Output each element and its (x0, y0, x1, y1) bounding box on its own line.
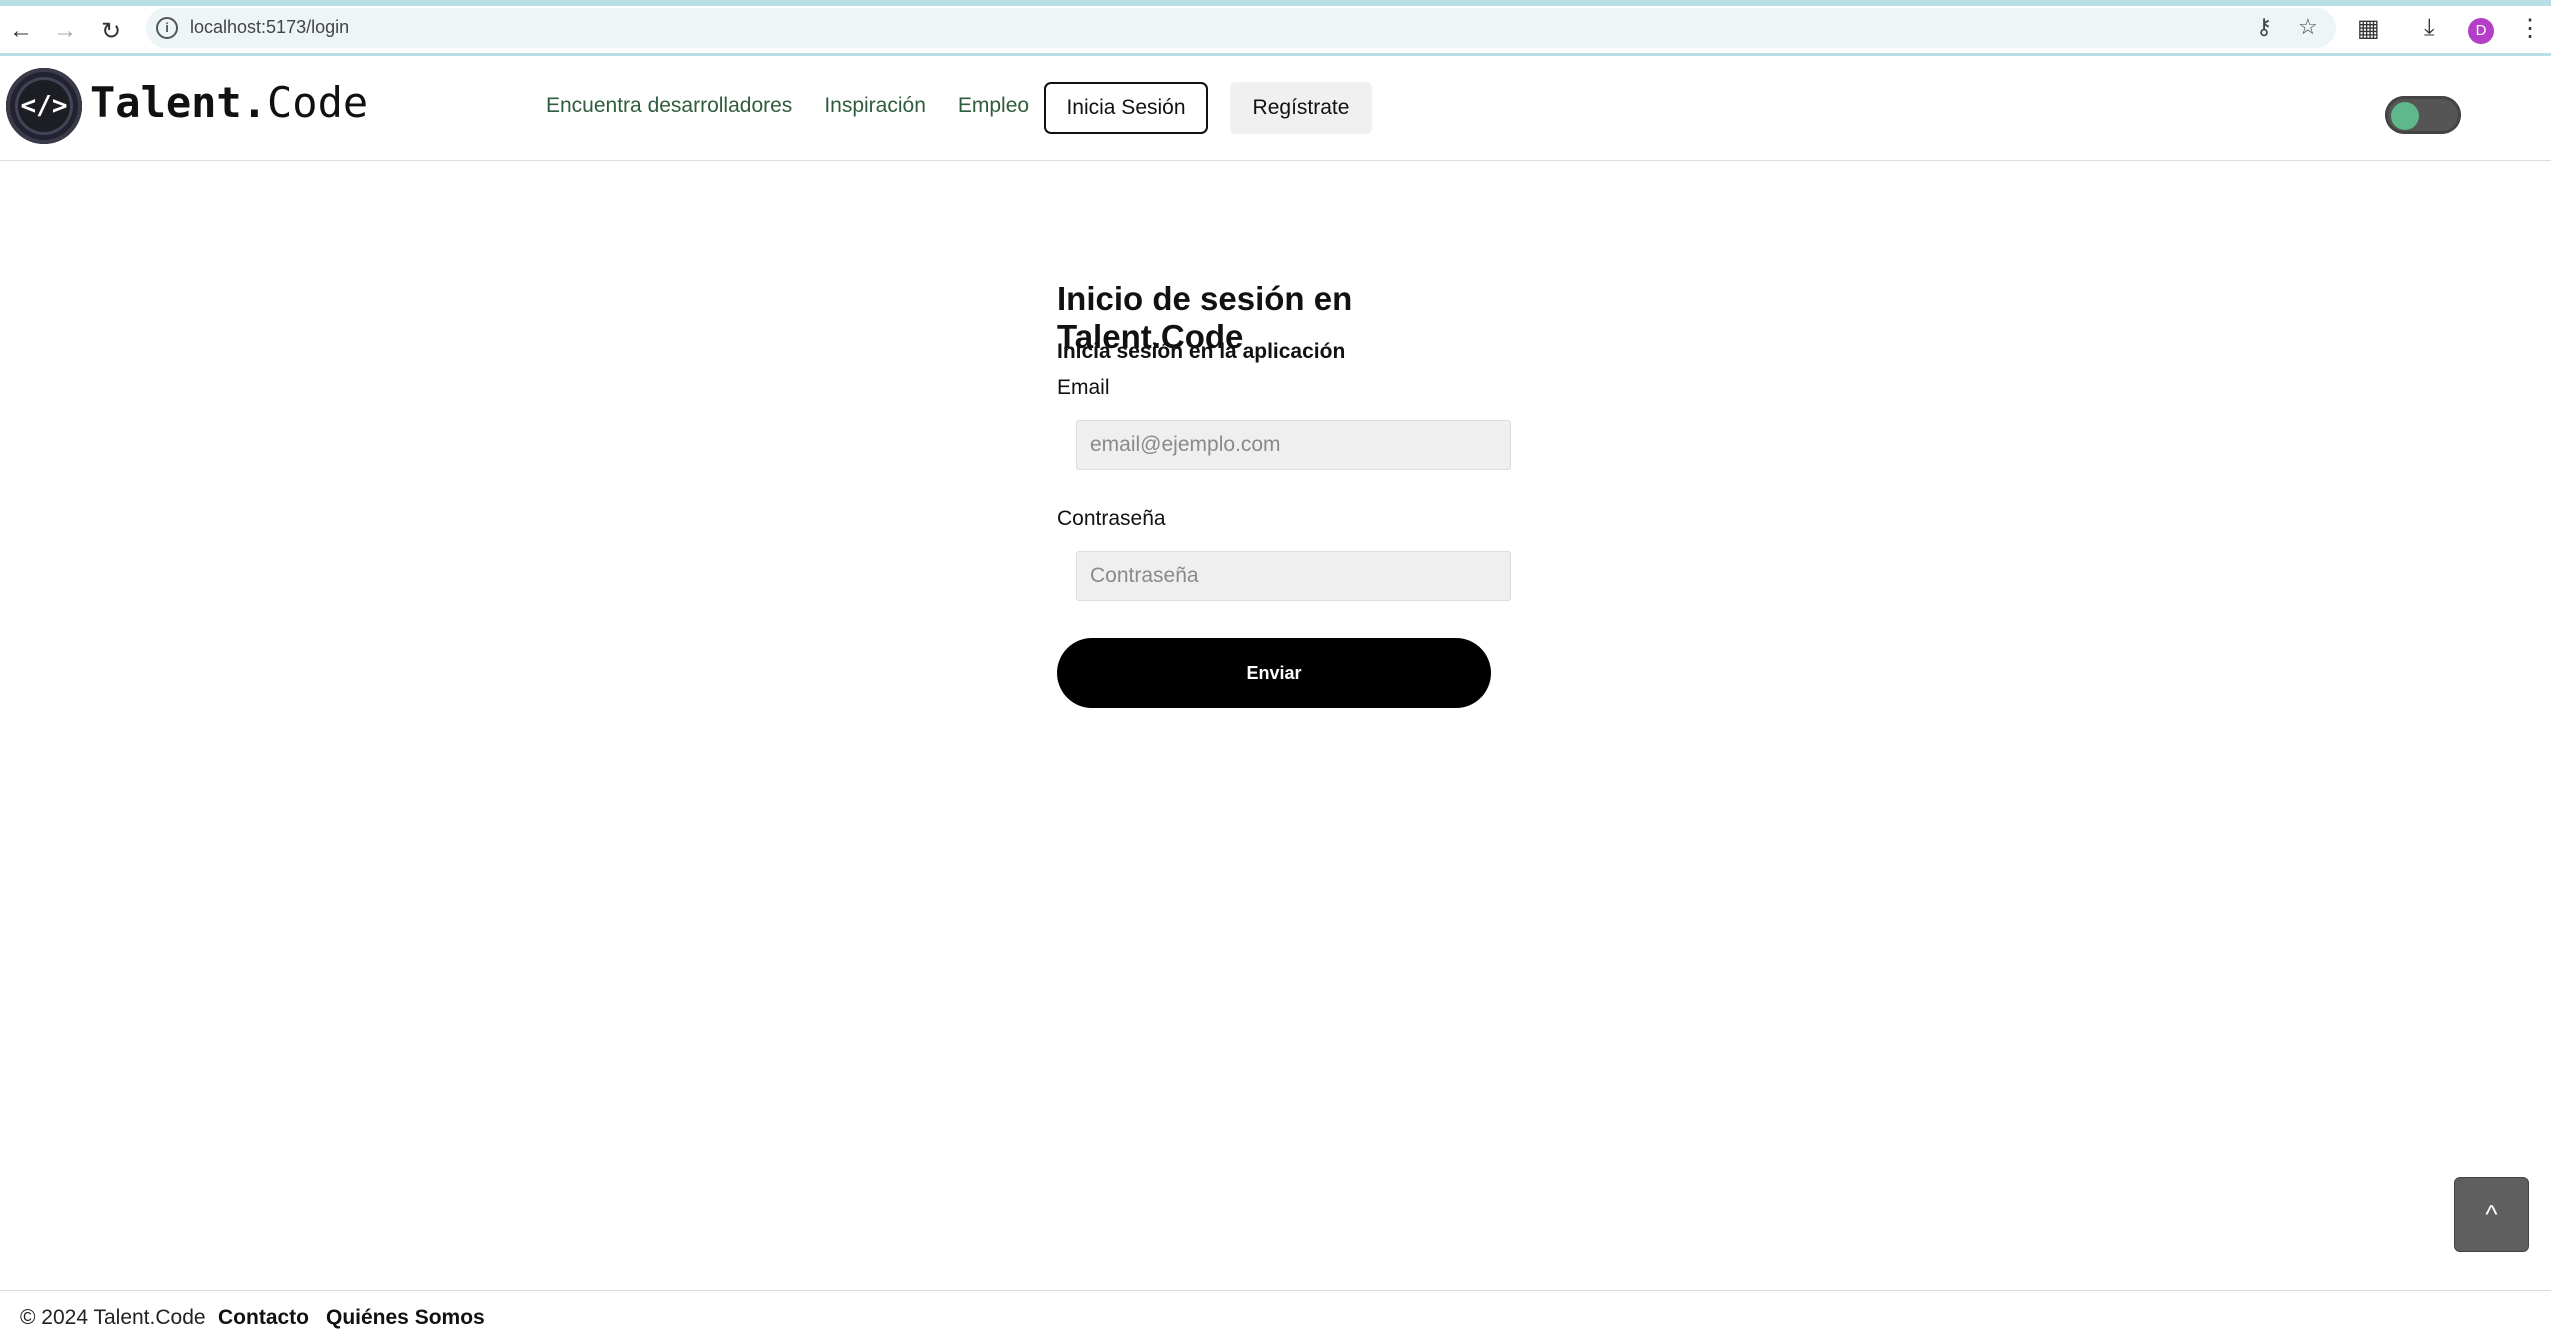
password-key-icon[interactable]: ⚷ (2256, 14, 2272, 40)
email-label: Email (1057, 376, 1110, 399)
brand-name[interactable]: Talent.Code (90, 78, 368, 127)
password-field[interactable] (1076, 551, 1511, 601)
brand-name-bold: Talent. (90, 78, 268, 127)
site-info-icon[interactable]: i (156, 17, 178, 39)
password-label: Contraseña (1057, 507, 1166, 530)
reload-icon[interactable]: ↻ (94, 14, 128, 48)
login-subtitle: Inicia sesión en la aplicación (1057, 340, 1346, 363)
nav-link-developers[interactable]: Encuentra desarrolladores (546, 94, 792, 118)
footer: © 2024 Talent.Code Contacto Quiénes Somo… (0, 1290, 2551, 1338)
toggle-knob (2391, 102, 2419, 130)
bookmark-star-icon[interactable]: ☆ (2298, 14, 2318, 40)
login-form: Inicio de sesión en Talent.Code Inicia s… (1057, 280, 1517, 708)
browser-toolbar: ← → ↻ i localhost:5173/login ⚷ ☆ ▦ ⤓ D ⋮ (0, 0, 2551, 56)
footer-link-contact[interactable]: Contacto (218, 1306, 309, 1330)
extensions-icon[interactable]: ▦ (2357, 14, 2380, 43)
nav-link-jobs[interactable]: Empleo (958, 94, 1029, 118)
email-field[interactable] (1076, 420, 1511, 470)
download-icon[interactable]: ⤓ (2424, 14, 2435, 42)
address-url[interactable]: localhost:5173/login (190, 17, 349, 38)
brand-name-light: Code (267, 78, 369, 127)
site-header: </> Talent.Code Encuentra desarrolladore… (0, 56, 2551, 161)
footer-copyright: © 2024 Talent.Code (20, 1306, 206, 1329)
scroll-top-button[interactable]: ^ (2454, 1177, 2529, 1252)
nav-link-inspiration[interactable]: Inspiración (824, 94, 926, 118)
browser-menu-icon[interactable]: ⋮ (2518, 14, 2542, 43)
main-nav: Encuentra desarrolladores Inspiración Em… (546, 94, 1029, 118)
logo-glyph: </> (20, 91, 68, 121)
theme-toggle[interactable] (2385, 96, 2461, 134)
register-button[interactable]: Regístrate (1230, 82, 1372, 134)
logo-icon[interactable]: </> (6, 68, 82, 144)
login-button[interactable]: Inicia Sesión (1044, 82, 1208, 134)
forward-arrow-icon[interactable]: → (48, 14, 82, 48)
submit-button[interactable]: Enviar (1057, 638, 1491, 708)
profile-avatar[interactable]: D (2468, 18, 2494, 44)
address-bar[interactable]: i localhost:5173/login ⚷ ☆ (146, 8, 2336, 48)
back-arrow-icon[interactable]: ← (4, 14, 38, 48)
footer-link-about[interactable]: Quiénes Somos (326, 1306, 485, 1330)
